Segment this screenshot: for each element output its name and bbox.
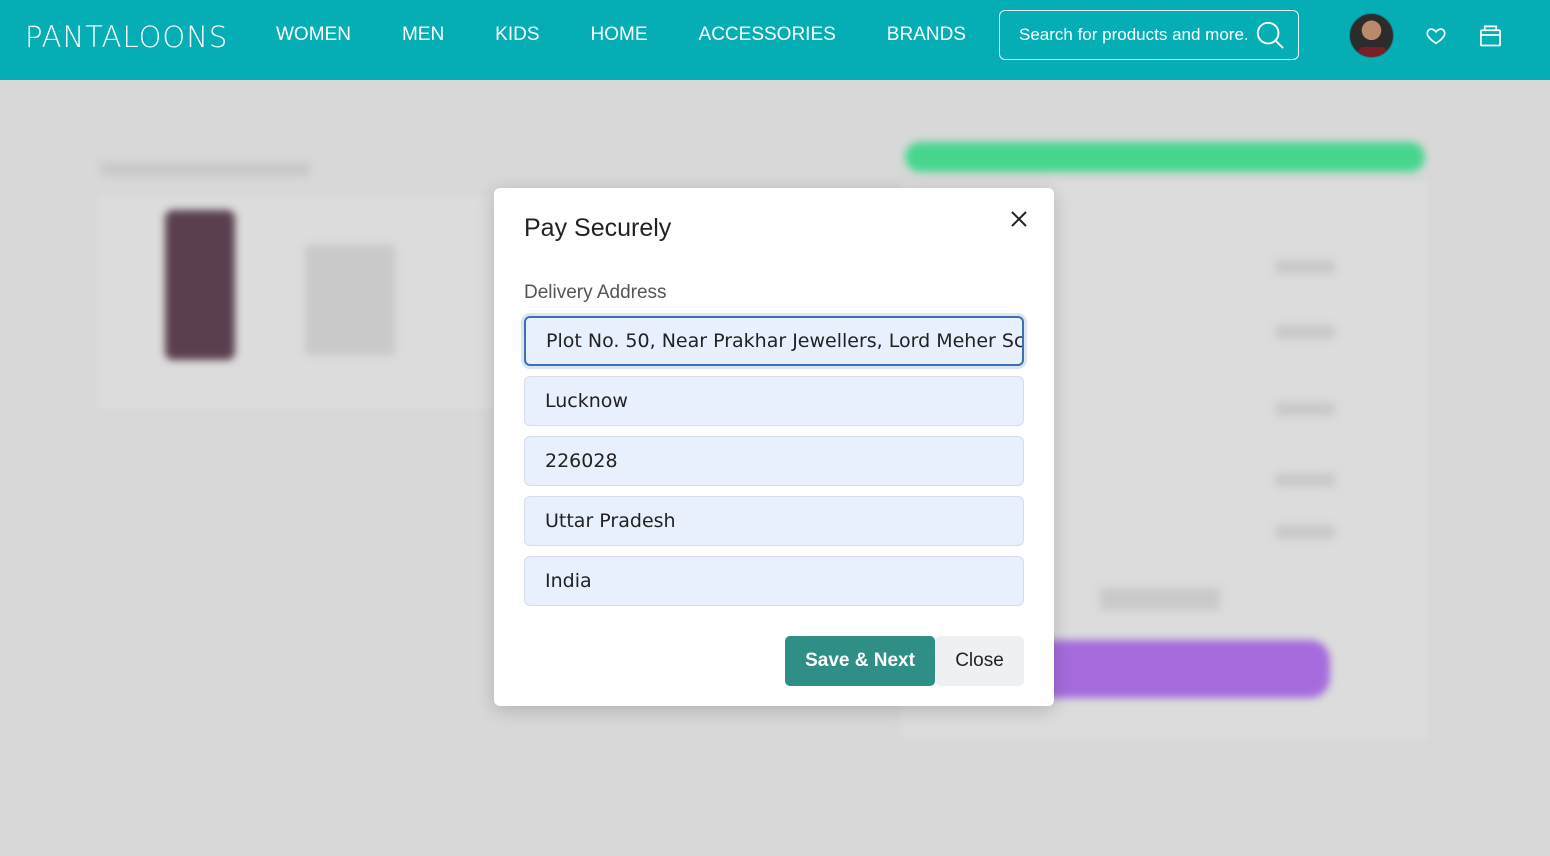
search-placeholder: Search for products and more. xyxy=(1019,25,1249,44)
summary-row-5 xyxy=(1275,525,1335,539)
cart-heading-placeholder xyxy=(100,162,310,176)
total-placeholder xyxy=(1100,588,1220,610)
delivery-address-label: Delivery Address xyxy=(524,282,667,303)
address-line-input[interactable]: Plot No. 50, Near Prakhar Jewellers, Lor… xyxy=(524,316,1024,366)
product-image-placeholder xyxy=(165,210,235,360)
pay-securely-modal: Pay Securely Delivery Address Plot No. 5… xyxy=(494,188,1054,706)
nav-kids[interactable]: KIDS xyxy=(495,24,539,46)
top-navigation-bar: PANTALOONS WOMEN MEN KIDS HOME ACCESSORI… xyxy=(0,0,1550,80)
summary-row-1 xyxy=(1275,260,1335,274)
shopping-bag-icon[interactable] xyxy=(1479,22,1502,48)
product-detail-placeholder xyxy=(305,245,395,355)
nav-accessories[interactable]: ACCESSORIES xyxy=(699,24,836,46)
nav-home[interactable]: HOME xyxy=(591,24,648,46)
summary-row-4 xyxy=(1275,473,1335,487)
pincode-input[interactable]: 226028 xyxy=(524,436,1024,486)
close-icon[interactable] xyxy=(1006,206,1032,232)
save-and-next-button[interactable]: Save & Next xyxy=(785,636,935,686)
main-nav: WOMEN MEN KIDS HOME ACCESSORIES BRANDS xyxy=(276,24,1017,46)
country-input[interactable]: India xyxy=(524,556,1024,606)
heart-icon[interactable] xyxy=(1425,25,1447,47)
state-input[interactable]: Uttar Pradesh xyxy=(524,496,1024,546)
pantaloons-logo[interactable]: PANTALOONS xyxy=(25,20,228,54)
modal-title: Pay Securely xyxy=(524,214,672,242)
nav-men[interactable]: MEN xyxy=(402,24,444,46)
offer-banner xyxy=(905,142,1425,172)
search-box[interactable]: Search for products and more. xyxy=(999,10,1299,60)
nav-women[interactable]: WOMEN xyxy=(276,24,351,46)
user-avatar[interactable] xyxy=(1349,13,1394,58)
summary-row-3 xyxy=(1275,402,1335,416)
close-button[interactable]: Close xyxy=(935,636,1024,686)
nav-brands[interactable]: BRANDS xyxy=(887,24,966,46)
city-input[interactable]: Lucknow xyxy=(524,376,1024,426)
search-icon[interactable] xyxy=(1255,20,1285,50)
summary-row-2 xyxy=(1275,325,1335,339)
